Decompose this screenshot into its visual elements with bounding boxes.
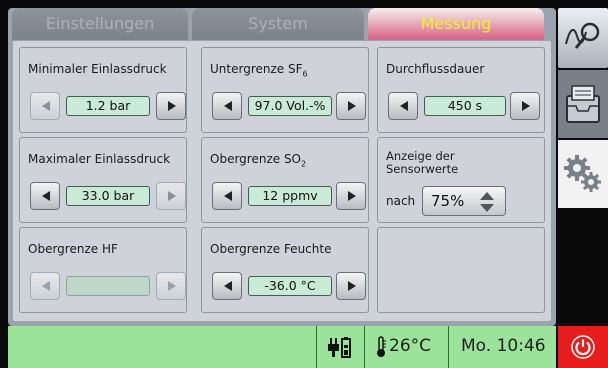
flow-duration-cell: Durchflussdauer 450 s [377, 47, 545, 133]
empty-cell [377, 227, 545, 313]
temperature-value: 26°C [389, 336, 432, 356]
sidebar-storage[interactable] [558, 70, 608, 138]
arrow-left-icon [224, 281, 232, 291]
sf6-lower-limit-cell: Untergrenze SF6 97.0 Vol.-% [201, 47, 369, 133]
so2-upper-limit-value: 12 ppmv [248, 186, 332, 206]
tray-icon [566, 85, 600, 123]
power-stop-button[interactable] [558, 326, 608, 368]
chart-magnifier-icon [565, 22, 600, 49]
min-inlet-pressure-value: 1.2 bar [66, 96, 150, 116]
sensor-display-prefix: nach [386, 194, 416, 208]
min-inlet-pressure-increase-button[interactable] [156, 92, 186, 120]
tab-einstellungen[interactable]: Einstellungen [12, 8, 188, 40]
sf6-lower-limit-increase-button[interactable] [336, 92, 366, 120]
flow-duration-value: 450 s [424, 96, 506, 116]
power-icon [571, 335, 595, 359]
so2-upper-limit-label: Obergrenze SO2 [210, 152, 307, 169]
datetime-display: Mo. 10:46 [448, 326, 556, 368]
temperature-display: 26°C [364, 326, 448, 368]
arrow-right-icon [348, 281, 356, 291]
arrow-right-icon [348, 101, 356, 111]
humidity-upper-limit-decrease-button[interactable] [212, 272, 242, 300]
up-down-arrows-icon [480, 192, 494, 212]
min-inlet-pressure-decrease-button[interactable] [30, 92, 60, 120]
arrow-right-icon [168, 191, 176, 201]
max-inlet-pressure-value: 33.0 bar [66, 186, 150, 206]
max-inlet-pressure-decrease-button[interactable] [30, 182, 60, 210]
humidity-upper-limit-increase-button[interactable] [336, 272, 366, 300]
sensor-display-spinner[interactable]: 75% [422, 186, 506, 216]
min-inlet-pressure-cell: Minimaler Einlassdruck 1.2 bar [19, 47, 187, 133]
flow-duration-label: Durchflussdauer [386, 62, 485, 76]
max-inlet-pressure-increase-button[interactable] [156, 182, 186, 210]
arrow-left-icon [42, 191, 50, 201]
plug-battery-icon [328, 337, 351, 358]
hf-limit-decrease-button[interactable] [30, 272, 60, 300]
tab-messung[interactable]: Messung [368, 8, 544, 40]
humidity-upper-limit-label: Obergrenze Feuchte [210, 242, 332, 256]
tab-system[interactable]: System [192, 8, 364, 40]
sf6-lower-limit-decrease-button[interactable] [212, 92, 242, 120]
arrow-left-icon [42, 101, 50, 111]
sensor-display-label: Anzeige der Sensorwerte [386, 149, 459, 176]
sf6-lower-limit-label: Untergrenze SF6 [210, 62, 308, 79]
sidebar-measurement-chart[interactable] [558, 8, 608, 68]
gears-icon [564, 155, 601, 192]
so2-upper-limit-increase-button[interactable] [336, 182, 366, 210]
arrow-left-icon [224, 101, 232, 111]
arrow-right-icon [348, 191, 356, 201]
sidebar-settings[interactable] [558, 140, 608, 208]
flow-duration-decrease-button[interactable] [388, 92, 418, 120]
hf-limit-cell: Obergrenze HF [19, 227, 187, 313]
so2-upper-limit-cell: Obergrenze SO2 12 ppmv [201, 137, 369, 223]
datetime-value: Mo. 10:46 [461, 336, 546, 356]
arrow-left-icon [42, 281, 50, 291]
sensor-display-cell: Anzeige der Sensorwerte nach 75% [377, 137, 545, 223]
settings-panel: Minimaler Einlassdruck 1.2 bar Untergren… [12, 40, 552, 322]
max-inlet-pressure-cell: Maximaler Einlassdruck 33.0 bar [19, 137, 187, 223]
status-bar: 26°C Mo. 10:46 [8, 326, 556, 368]
humidity-upper-limit-cell: Obergrenze Feuchte -36.0 °C [201, 227, 369, 313]
sf6-lower-limit-value: 97.0 Vol.-% [248, 96, 332, 116]
hf-limit-value [66, 276, 150, 296]
min-inlet-pressure-label: Minimaler Einlassdruck [28, 62, 167, 76]
max-inlet-pressure-label: Maximaler Einlassdruck [28, 152, 171, 166]
arrow-right-icon [522, 101, 530, 111]
power-status [316, 326, 364, 368]
hf-limit-label: Obergrenze HF [28, 242, 118, 256]
arrow-left-icon [400, 101, 408, 111]
thermometer-icon [377, 336, 386, 357]
arrow-right-icon [168, 101, 176, 111]
sensor-display-value: 75% [431, 192, 465, 210]
arrow-right-icon [168, 281, 176, 291]
arrow-left-icon [224, 191, 232, 201]
so2-upper-limit-decrease-button[interactable] [212, 182, 242, 210]
screen: Einstellungen System Messung Minimaler E… [0, 0, 608, 368]
flow-duration-increase-button[interactable] [510, 92, 540, 120]
hf-limit-increase-button[interactable] [156, 272, 186, 300]
humidity-upper-limit-value: -36.0 °C [248, 276, 332, 296]
